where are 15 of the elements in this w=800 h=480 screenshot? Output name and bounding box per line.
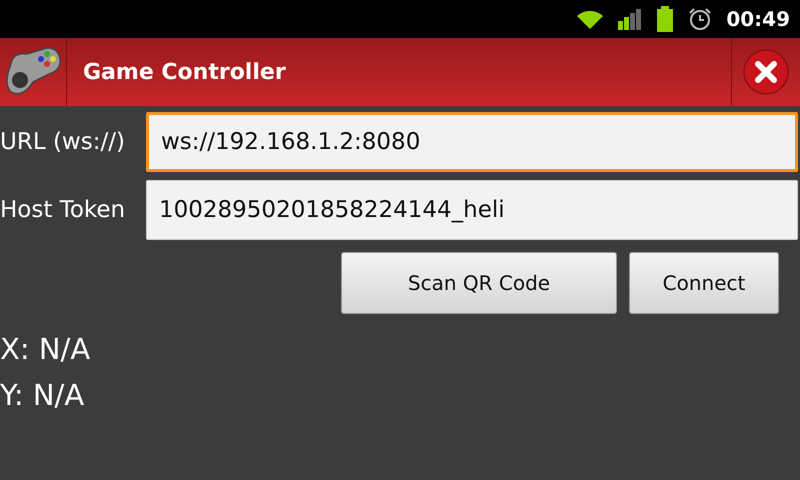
axis-readout: X: N/A (0, 331, 92, 368)
clock-time: 00:49 (726, 7, 790, 31)
scan-button[interactable]: Scan QR Code (341, 252, 617, 314)
close-icon[interactable] (743, 49, 789, 95)
axis-readout: Y: N/A (0, 377, 86, 414)
signal-icon (618, 8, 642, 30)
text-field[interactable]: ws://192.168.1.2:8080 (146, 112, 798, 172)
text-field[interactable]: 10028950201858224144_heli (146, 180, 798, 240)
field-label: Host Token (0, 197, 126, 223)
app-title: Game Controller (83, 60, 287, 84)
battery-icon (656, 6, 674, 32)
alarm-clock-icon (688, 7, 712, 31)
wifi-icon (576, 8, 604, 30)
field-label: URL (ws://) (0, 129, 126, 155)
connect-button[interactable]: Connect (629, 252, 779, 314)
